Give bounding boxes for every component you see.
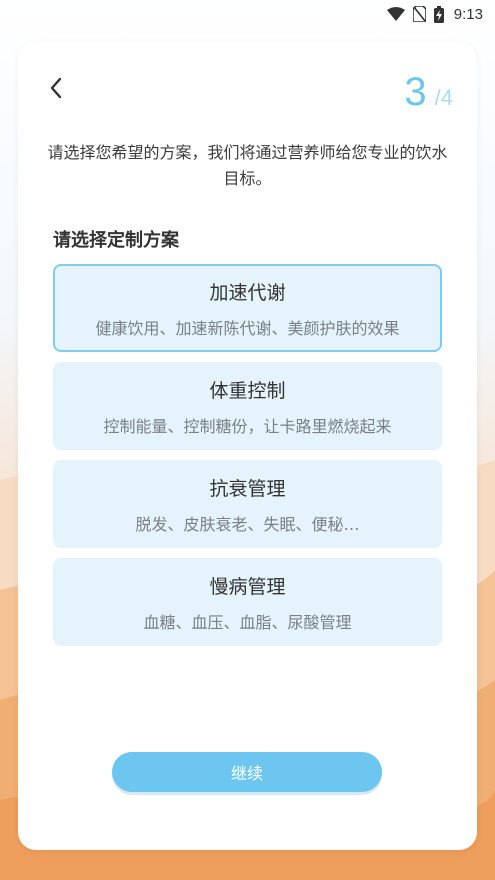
plan-selection-card: 3 / 4 请选择您希望的方案，我们将通过营养师给您专业的饮水目标。 请选择定制… (18, 42, 477, 850)
plan-options-list: 加速代谢 健康饮用、加速新陈代谢、美颜护肤的效果 体重控制 控制能量、控制糖份，… (53, 264, 442, 656)
plan-option-weight-control[interactable]: 体重控制 控制能量、控制糖份，让卡路里燃烧起来 (53, 362, 442, 450)
status-bar: 9:13 (0, 0, 495, 28)
wifi-icon (386, 7, 405, 21)
plan-option-anti-aging[interactable]: 抗衰管理 脱发、皮肤衰老、失眠、便秘… (53, 460, 442, 548)
section-title: 请选择定制方案 (53, 230, 179, 251)
battery-charging-icon (433, 5, 444, 23)
option-desc: 控制能量、控制糖份，让卡路里燃烧起来 (103, 416, 392, 436)
back-button[interactable] (44, 76, 68, 104)
option-desc: 脱发、皮肤衰老、失眠、便秘… (135, 514, 360, 534)
option-desc: 健康饮用、加速新陈代谢、美颜护肤的效果 (95, 318, 400, 338)
option-title: 加速代谢 (209, 281, 286, 304)
status-time: 9:13 (453, 5, 483, 23)
option-desc: 血糖、血压、血脂、尿酸管理 (143, 612, 352, 632)
option-title: 体重控制 (209, 379, 286, 402)
intro-text: 请选择您希望的方案，我们将通过营养师给您专业的饮水目标。 (47, 143, 448, 188)
continue-button[interactable]: 继续 (112, 752, 382, 792)
option-title: 慢病管理 (209, 575, 286, 598)
step-indicator: 3 / 4 (404, 70, 453, 115)
chevron-left-icon (49, 77, 63, 103)
plan-option-chronic-disease[interactable]: 慢病管理 血糖、血压、血脂、尿酸管理 (53, 558, 442, 646)
option-title: 抗衰管理 (209, 477, 286, 500)
no-sim-icon (412, 6, 426, 22)
step-current: 3 (404, 70, 427, 114)
plan-option-metabolism[interactable]: 加速代谢 健康饮用、加速新陈代谢、美颜护肤的效果 (53, 264, 442, 352)
step-total: 4 (440, 85, 453, 110)
